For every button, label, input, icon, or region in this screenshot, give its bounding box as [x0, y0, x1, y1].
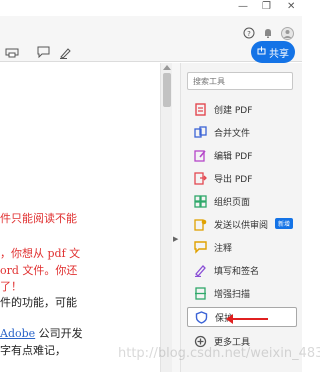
send-review-icon [193, 217, 207, 231]
close-button[interactable]: ✕ [287, 1, 295, 13]
tool-item[interactable]: 发送以供审阅 新增 [187, 214, 297, 234]
doc-line-5: 件的功能，可能 [0, 296, 77, 309]
sign-pen-icon[interactable] [56, 43, 74, 61]
title-bar: — ❐ ✕ [0, 0, 302, 16]
tools-panel: 创建 PDF 合并文件编辑 PDF 导出 PDF 组织页面发送以供审阅新增注释填写和签… [180, 63, 302, 372]
svg-text:?: ? [247, 30, 251, 38]
document-view[interactable]: 件只能阅读不能 ，你想从 pdf 文 ord 文件。你还 了！ 件的功能，可能 … [0, 63, 160, 372]
panel-collapse-handle[interactable]: ▶ [172, 63, 180, 372]
help-icon[interactable]: ? [240, 24, 258, 42]
search-tools-input[interactable] [187, 72, 293, 90]
doc-line-3: ord 文件。你还 [0, 264, 78, 277]
tool-item[interactable]: 注释 [187, 237, 297, 257]
comment-toolbar-icon[interactable] [34, 43, 52, 61]
restore-button[interactable]: ❐ [262, 1, 271, 13]
tool-label: 填写和签名 [214, 266, 260, 277]
tool-item[interactable]: 创建 PDF [187, 99, 297, 119]
print-icon[interactable] [3, 43, 21, 61]
tool-item[interactable]: 合并文件 [187, 122, 297, 142]
tool-item[interactable]: 组织页面 [187, 191, 297, 211]
annotation-arrow [226, 314, 268, 324]
tool-label: 导出 PDF [214, 174, 253, 185]
doc-line-2: ，你想从 pdf 文 [0, 247, 81, 260]
doc-line-7: 字有点难记， [0, 344, 66, 357]
edit-pdf-icon [193, 148, 207, 162]
tool-label: 合并文件 [214, 128, 251, 139]
export-pdf-icon [193, 171, 207, 185]
doc-line-1: 件只能阅读不能 [0, 212, 77, 225]
fill-sign-icon [193, 263, 207, 277]
scroll-up-arrow-icon[interactable] [163, 65, 171, 70]
share-icon [257, 46, 266, 58]
combine-files-icon [193, 125, 207, 139]
share-button[interactable]: 共享 [251, 41, 295, 63]
tool-item[interactable]: 导出 PDF [187, 168, 297, 188]
doc-line-6: Adobe 公司开发 [0, 327, 83, 340]
tool-label: 发送以供审阅 [214, 220, 269, 231]
minimize-button[interactable]: — [238, 1, 248, 13]
notification-bell-icon[interactable] [259, 24, 277, 42]
tool-item[interactable]: 编辑 PDF [187, 145, 297, 165]
tool-item[interactable]: 保护 [187, 307, 297, 327]
vertical-scrollbar[interactable] [160, 63, 172, 372]
tool-label: 增强扫描 [214, 289, 251, 300]
tool-item[interactable]: 填写和签名 [187, 260, 297, 280]
new-badge: 新增 [274, 218, 293, 229]
user-avatar-icon[interactable] [278, 24, 296, 42]
tool-label: 注释 [214, 243, 233, 254]
protect-icon [194, 310, 208, 324]
tool-item[interactable]: 增强扫描 [187, 283, 297, 303]
adobe-link[interactable]: Adobe [0, 327, 35, 340]
tool-label: 编辑 PDF [214, 151, 253, 162]
share-label: 共享 [269, 48, 289, 60]
watermark: http://blog.csdn.net/weixin_48387686 [118, 346, 320, 361]
tool-label: 组织页面 [214, 197, 251, 208]
tool-label: 创建 PDF [214, 105, 253, 116]
organize-pages-icon [193, 194, 207, 208]
scrollbar-thumb[interactable] [163, 73, 171, 107]
create-pdf-icon [193, 102, 207, 116]
enhance-scan-icon [193, 286, 207, 300]
doc-line-4: 了！ [0, 280, 22, 293]
chevron-right-icon[interactable]: ▶ [173, 235, 178, 243]
comment-icon [193, 240, 207, 254]
